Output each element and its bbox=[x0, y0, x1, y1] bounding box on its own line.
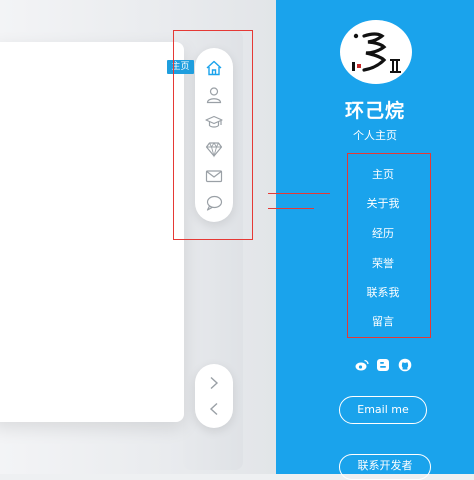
nav-highlight-box bbox=[173, 30, 253, 240]
arrow-pill bbox=[195, 364, 233, 428]
email-me-button[interactable]: Email me bbox=[339, 396, 427, 424]
content-card bbox=[0, 42, 184, 422]
weibo-link[interactable] bbox=[355, 358, 369, 372]
blogger-icon bbox=[377, 359, 389, 371]
github-icon bbox=[398, 358, 412, 372]
weibo-icon bbox=[355, 359, 369, 371]
profile-subtitle: 个人主页 bbox=[353, 129, 397, 142]
chevron-right-icon bbox=[210, 376, 219, 390]
annotation-line bbox=[268, 193, 330, 194]
avatar[interactable] bbox=[340, 20, 412, 84]
menu-highlight-box bbox=[347, 153, 431, 338]
prev-button[interactable] bbox=[195, 396, 233, 422]
blogger-link[interactable] bbox=[376, 358, 390, 372]
contact-developer-button[interactable]: 联系开发者 bbox=[339, 454, 431, 480]
profile-name: 环己烷 bbox=[344, 100, 405, 122]
avatar-calligraphy-logo bbox=[352, 32, 401, 73]
next-button[interactable] bbox=[195, 370, 233, 396]
annotation-line bbox=[268, 208, 314, 209]
chevron-left-icon bbox=[209, 402, 218, 416]
github-link[interactable] bbox=[398, 358, 412, 372]
